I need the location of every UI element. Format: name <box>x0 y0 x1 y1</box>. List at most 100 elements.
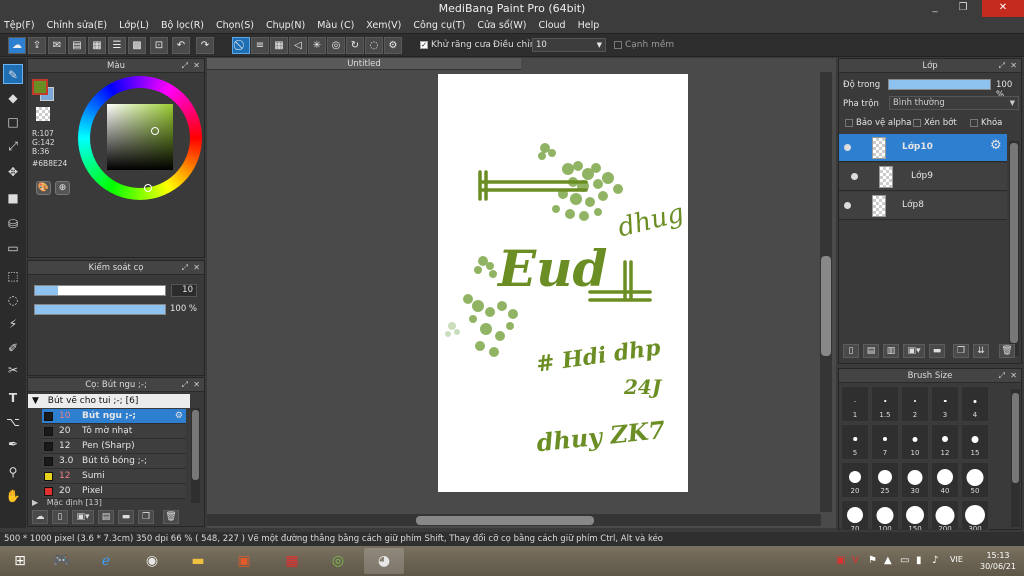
app-green-icon[interactable]: ◎ <box>318 548 358 574</box>
no-snap-icon[interactable]: ⃠ <box>232 37 250 54</box>
hand-tool-icon[interactable]: ✋ <box>3 486 23 506</box>
magic-wand-icon[interactable]: ⚡ <box>3 314 23 334</box>
dot-tool-icon[interactable]: □ <box>3 112 23 132</box>
select-eraser-icon[interactable]: ✂ <box>3 360 23 380</box>
panel-close-icon[interactable]: ✕ <box>193 59 200 73</box>
select-pen-icon[interactable]: ✐ <box>3 338 23 358</box>
bucket-tool-icon[interactable]: ⛁ <box>3 214 23 234</box>
menu-help[interactable]: Help <box>578 20 600 31</box>
office-icon[interactable]: ▣ <box>224 548 264 574</box>
language-indicator[interactable]: VIE <box>950 555 963 564</box>
saturation-value-square[interactable] <box>107 104 173 170</box>
antialias-toggle[interactable]: Khử răng cưa <box>420 40 491 50</box>
menu-select[interactable]: Chọn(S) <box>216 20 254 31</box>
list-icon[interactable]: ☰ <box>108 37 126 54</box>
menu-view[interactable]: Xem(V) <box>366 20 401 31</box>
transparent-swatch[interactable] <box>36 107 50 121</box>
detach-icon[interactable]: ⤢ <box>182 59 188 73</box>
clip-checkbox[interactable] <box>913 118 921 127</box>
tray-up-icon[interactable]: ▲ <box>884 555 892 566</box>
grid-icon[interactable]: ▩ <box>128 37 146 54</box>
panel-close-icon[interactable]: ✕ <box>1010 59 1017 73</box>
menu-edit[interactable]: Chỉnh sửa(E) <box>47 20 108 31</box>
undo-icon[interactable]: ↶ <box>172 37 190 54</box>
brush-size-cell[interactable]: 4 <box>961 386 989 422</box>
settings-gear-icon[interactable]: ⚙ <box>384 37 402 54</box>
detach-icon[interactable]: ⤢ <box>182 378 188 392</box>
brush-size-cell[interactable]: 2 <box>901 386 929 422</box>
clock[interactable]: 15:13 30/06/21 <box>980 550 1016 572</box>
maximize-button[interactable]: ❐ <box>950 0 976 17</box>
radial-snap-icon[interactable]: ✳ <box>308 37 326 54</box>
soft-edge-toggle[interactable]: Cạnh mềm <box>614 40 674 50</box>
tray-monitor-icon[interactable]: ▭ <box>900 555 909 566</box>
chat-icon[interactable]: ▤ <box>68 37 86 54</box>
hue-picker-handle[interactable] <box>144 184 152 192</box>
menu-tools[interactable]: Công cụ(T) <box>413 20 465 31</box>
brush-size-cell[interactable]: 15 <box>961 424 989 460</box>
brush-size-cell[interactable]: 1.5 <box>871 386 899 422</box>
brush-item-0[interactable]: 10 Bút ngu ;-; ⚙ <box>42 409 186 424</box>
tray-battery-icon[interactable]: ▮ <box>916 555 922 566</box>
new-layer-8bit-icon[interactable]: ▤ <box>863 344 879 358</box>
new-brush-icon[interactable]: ▯ <box>52 510 68 524</box>
page-icon[interactable]: ▦ <box>88 37 106 54</box>
blur-tool-icon[interactable]: ⤢ <box>3 136 23 156</box>
adjust-select[interactable]: 10 ▼ <box>532 38 606 52</box>
eraser-tool-icon[interactable]: ◆ <box>3 88 23 108</box>
foreground-color-swatch[interactable] <box>32 79 48 95</box>
menu-layer[interactable]: Lớp(L) <box>119 20 149 31</box>
brush-group-next[interactable]: ▶ Mặc định [13] <box>32 499 190 507</box>
brush-size-cell[interactable]: 25 <box>871 462 899 498</box>
bluestacks-icon[interactable]: 🎮 <box>42 548 82 574</box>
panel-close-icon[interactable]: ✕ <box>193 261 200 275</box>
brush-size-cell[interactable]: 70 <box>841 500 869 530</box>
protect-alpha-toggle[interactable]: Bảo vệ alpha <box>845 118 911 128</box>
panel-close-icon[interactable]: ✕ <box>193 378 200 392</box>
add-brush-menu-icon[interactable]: ▣▾ <box>72 510 94 524</box>
brush-size-cell[interactable]: 200 <box>931 500 959 530</box>
antialias-checkbox[interactable] <box>420 40 428 49</box>
lock-toggle[interactable]: Khóa <box>970 118 1002 128</box>
brush-size-cell[interactable]: 20 <box>841 462 869 498</box>
canvas-horizontal-scroll-thumb[interactable] <box>416 516 594 525</box>
crop-icon[interactable]: ⊡ <box>150 37 168 54</box>
brush-item-5[interactable]: 20 Pixel <box>42 484 186 499</box>
brush-item-2[interactable]: 12 Pen (Sharp) <box>42 439 186 454</box>
detach-icon[interactable]: ⤢ <box>999 369 1005 383</box>
cross-snap-icon[interactable]: ▦ <box>270 37 288 54</box>
brush-size-cell[interactable]: 1 <box>841 386 869 422</box>
lasso-tool-icon[interactable]: ◌ <box>3 290 23 310</box>
duplicate-brush-icon[interactable]: ❐ <box>138 510 154 524</box>
detach-icon[interactable]: ⤢ <box>182 261 188 275</box>
brush-size-cell[interactable]: 300 <box>961 500 989 530</box>
vanish-snap-icon[interactable]: ◁ <box>289 37 307 54</box>
brush-settings-gear-icon[interactable]: ⚙ <box>175 409 183 424</box>
palette-add-icon[interactable]: ⊕ <box>55 181 70 195</box>
pipette-tool-icon[interactable]: ⚲ <box>3 462 23 482</box>
ellipse-snap-icon[interactable]: ◌ <box>365 37 383 54</box>
tray-flag-icon[interactable]: ⚑ <box>868 555 877 566</box>
layer-row-8[interactable]: Lớp8 <box>839 192 1007 220</box>
visibility-eye-icon[interactable] <box>844 144 851 151</box>
menu-color[interactable]: Màu (C) <box>317 20 354 31</box>
windows-start-icon[interactable]: ⊞ <box>0 548 40 574</box>
canvas-paper[interactable]: Eud dhug # Hdi dhp 24J dhuy ZK7 <box>438 74 688 492</box>
soft-edge-checkbox[interactable] <box>614 40 622 49</box>
comment-icon[interactable]: ✉ <box>48 37 66 54</box>
tray-v-icon[interactable]: V <box>852 555 859 566</box>
layer-row-9[interactable]: Lớp9 <box>839 163 1007 191</box>
new-layer-1bit-icon[interactable]: ▥ <box>883 344 899 358</box>
delete-layer-icon[interactable]: 🗑 <box>999 344 1015 358</box>
visibility-eye-icon[interactable] <box>851 173 858 180</box>
document-tab[interactable]: Untitled <box>207 58 521 70</box>
menu-capture[interactable]: Chụp(N) <box>266 20 305 31</box>
new-layer-icon[interactable]: ▯ <box>843 344 859 358</box>
brush-size-value[interactable]: 10 <box>171 284 197 297</box>
circle-snap-icon[interactable]: ◎ <box>327 37 345 54</box>
blend-mode-select[interactable]: Bình thường ▼ <box>889 96 1019 110</box>
protect-alpha-checkbox[interactable] <box>845 118 853 127</box>
delete-brush-icon[interactable]: 🗑 <box>163 510 179 524</box>
sv-picker-handle[interactable] <box>151 127 159 135</box>
cloud-icon[interactable]: ☁ <box>8 37 26 54</box>
